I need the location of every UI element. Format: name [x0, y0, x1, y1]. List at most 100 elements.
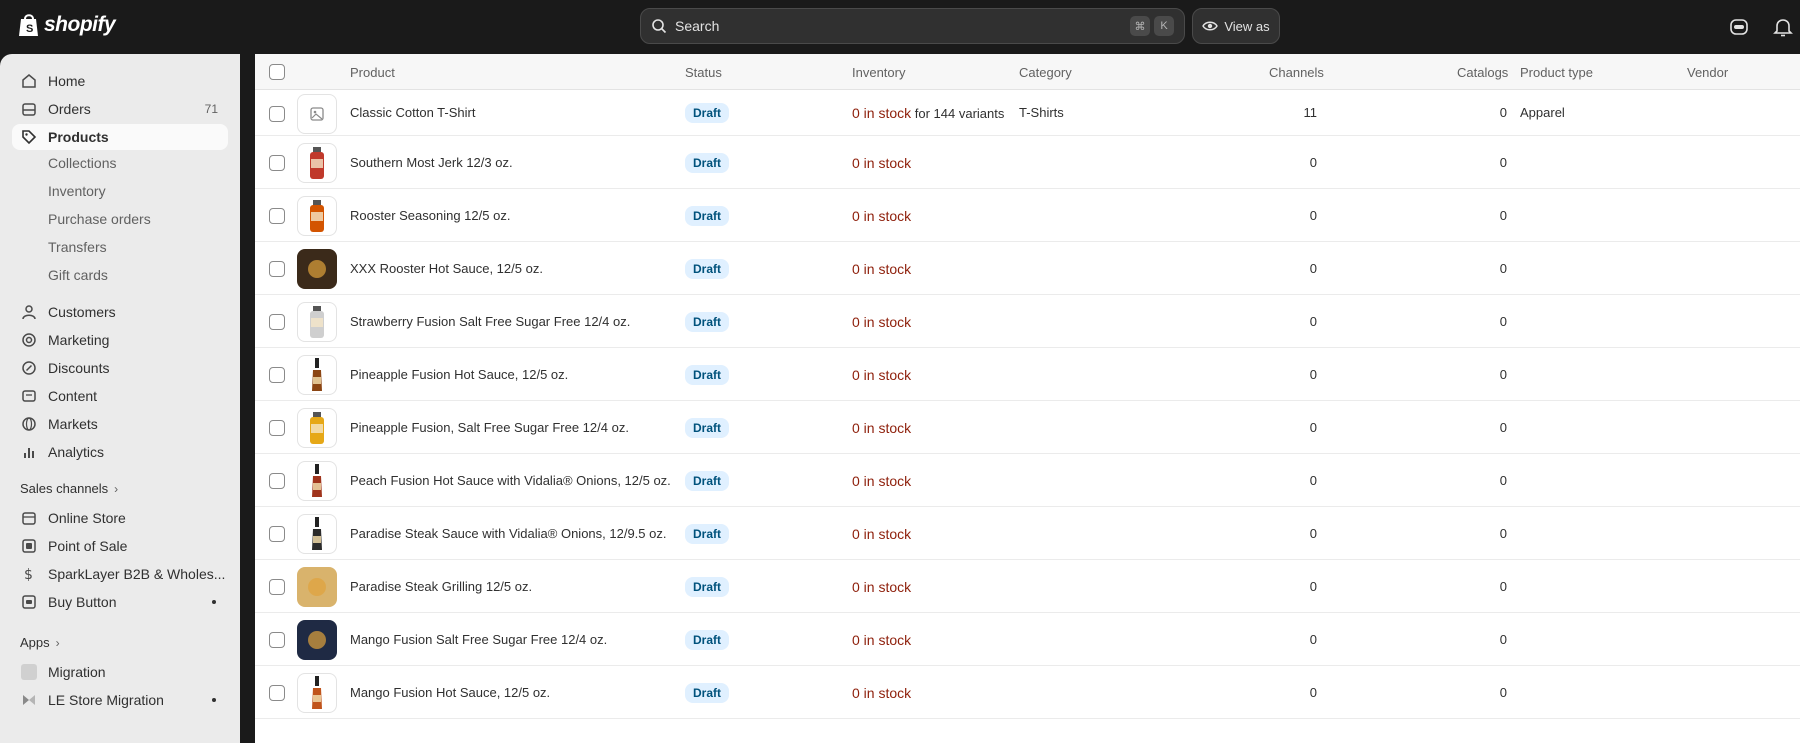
sidebar-item-orders[interactable]: Orders 71	[12, 96, 228, 122]
column-header-category[interactable]: Category	[1019, 65, 1072, 80]
stock-count: 0 in stock	[852, 685, 912, 701]
row-checkbox[interactable]	[269, 367, 285, 383]
product-name-link[interactable]: Strawberry Fusion Salt Free Sugar Free 1…	[350, 314, 630, 329]
column-header-product-type[interactable]: Product type	[1520, 65, 1593, 80]
row-checkbox[interactable]	[269, 526, 285, 542]
table-row[interactable]: Peach Fusion Hot Sauce with Vidalia® Oni…	[255, 454, 1800, 507]
product-thumbnail[interactable]	[297, 94, 337, 134]
status-badge: Draft	[685, 312, 730, 332]
product-thumbnail[interactable]	[297, 302, 337, 342]
row-checkbox[interactable]	[269, 106, 285, 122]
shopify-logo[interactable]: S shopify	[18, 12, 116, 38]
column-header-inventory[interactable]: Inventory	[852, 65, 905, 80]
product-thumbnail[interactable]	[297, 143, 337, 183]
table-header: Product Status Inventory Category Channe…	[255, 54, 1800, 90]
table-row[interactable]: Rooster Seasoning 12/5 oz. Draft 0 in stoc…	[255, 189, 1800, 242]
bell-icon[interactable]	[1772, 16, 1794, 38]
column-header-catalogs[interactable]: Catalogs	[1457, 65, 1508, 80]
product-thumbnail[interactable]	[297, 408, 337, 448]
stock-count: 0 in stock	[852, 473, 912, 489]
sidebar-item-marketing[interactable]: Marketing	[12, 327, 228, 353]
product-thumbnail[interactable]	[297, 673, 337, 713]
brand-name: shopify	[44, 13, 116, 36]
sidebar-item-sparklayer[interactable]: $ SparkLayer B2B & Wholes...	[12, 561, 228, 587]
row-checkbox[interactable]	[269, 420, 285, 436]
product-thumbnail[interactable]	[297, 514, 337, 554]
sidebar-item-le-store-migration[interactable]: LE Store Migration	[12, 687, 228, 713]
row-checkbox[interactable]	[269, 208, 285, 224]
sidebar-item-migration[interactable]: Migration	[12, 659, 228, 685]
product-thumbnail[interactable]	[297, 620, 337, 660]
product-name-link[interactable]: Peach Fusion Hot Sauce with Vidalia® Oni…	[350, 473, 671, 488]
select-all-checkbox[interactable]	[269, 64, 285, 80]
search-placeholder: Search	[675, 18, 720, 34]
product-thumbnail[interactable]	[297, 461, 337, 501]
row-checkbox[interactable]	[269, 579, 285, 595]
search-bar[interactable]: Search ⌘ K	[640, 8, 1185, 44]
table-row[interactable]: Paradise Steak Sauce with Vidalia® Onion…	[255, 507, 1800, 560]
sidebar-item-discounts[interactable]: Discounts	[12, 355, 228, 381]
table-row[interactable]: Paradise Steak Grilling 12/5 oz. Draft 0 i…	[255, 560, 1800, 613]
table-row[interactable]: Pineapple Fusion, Salt Free Sugar Free 1…	[255, 401, 1800, 454]
variants-count: for 144 variants	[911, 106, 1005, 121]
catalogs-count: 0	[1499, 367, 1507, 382]
sidebar-sub-item-purchase-orders[interactable]: Purchase orders	[48, 211, 151, 227]
product-thumbnail[interactable]	[297, 249, 337, 289]
column-header-product[interactable]: Product	[350, 65, 395, 80]
sidebar-sub-item-inventory[interactable]: Inventory	[48, 183, 106, 199]
product-name-link[interactable]: Mango Fusion Hot Sauce, 12/5 oz.	[350, 685, 550, 700]
status-badge: Draft	[685, 103, 730, 123]
column-header-channels[interactable]: Channels	[1269, 65, 1324, 80]
view-as-button[interactable]: View as	[1192, 8, 1280, 44]
table-row[interactable]: Mango Fusion Salt Free Sugar Free 12/4 o…	[255, 613, 1800, 666]
product-name-link[interactable]: Classic Cotton T-Shirt	[350, 105, 475, 120]
inventory-stock: 0 in stock	[852, 208, 911, 224]
sidebar-sub-item-gift-cards[interactable]: Gift cards	[48, 267, 108, 283]
sidebar-item-online-store[interactable]: Online Store	[12, 505, 228, 531]
row-checkbox[interactable]	[269, 632, 285, 648]
sidebar-sub-item-transfers[interactable]: Transfers	[48, 239, 107, 255]
product-name-link[interactable]: Paradise Steak Grilling 12/5 oz.	[350, 579, 532, 594]
table-row[interactable]: XXX Rooster Hot Sauce, 12/5 oz. Draft 0 in…	[255, 242, 1800, 295]
column-header-vendor[interactable]: Vendor	[1687, 65, 1728, 80]
sidebar-item-buy-button[interactable]: Buy Button	[12, 589, 228, 615]
row-checkbox[interactable]	[269, 685, 285, 701]
product-thumbnail[interactable]	[297, 196, 337, 236]
row-checkbox[interactable]	[269, 473, 285, 489]
table-row[interactable]: Mango Fusion Hot Sauce, 12/5 oz. Draft 0 i…	[255, 666, 1800, 719]
product-name-link[interactable]: Rooster Seasoning 12/5 oz.	[350, 208, 510, 223]
sidebar-item-products[interactable]: Products	[12, 124, 228, 150]
product-thumbnail[interactable]	[297, 567, 337, 607]
sidebar-item-home[interactable]: Home	[12, 68, 228, 94]
product-name-link[interactable]: Southern Most Jerk 12/3 oz.	[350, 155, 513, 170]
table-row[interactable]: Southern Most Jerk 12/3 oz. Draft 0 in sto…	[255, 136, 1800, 189]
column-header-status[interactable]: Status	[685, 65, 722, 80]
table-row[interactable]: Classic Cotton T-Shirt Draft 0 in stock fo…	[255, 91, 1800, 136]
table-row[interactable]: Pineapple Fusion Hot Sauce, 12/5 oz. Draf…	[255, 348, 1800, 401]
apps-header[interactable]: Apps ›	[20, 635, 60, 650]
sidebar-item-analytics[interactable]: Analytics	[12, 439, 228, 465]
product-name-link[interactable]: Mango Fusion Salt Free Sugar Free 12/4 o…	[350, 632, 607, 647]
status-badge: Draft	[685, 524, 730, 544]
row-checkbox[interactable]	[269, 314, 285, 330]
product-name-link[interactable]: Paradise Steak Sauce with Vidalia® Onion…	[350, 526, 666, 541]
product-image	[312, 676, 322, 709]
status-badge: Draft	[685, 418, 730, 438]
product-name-link[interactable]: Pineapple Fusion Hot Sauce, 12/5 oz.	[350, 367, 568, 382]
sidebar-item-customers[interactable]: Customers	[12, 299, 228, 325]
row-checkbox[interactable]	[269, 155, 285, 171]
catalogs-count: 0	[1499, 473, 1507, 488]
product-image	[297, 249, 337, 289]
table-row[interactable]: Strawberry Fusion Salt Free Sugar Free 1…	[255, 295, 1800, 348]
sidebar-item-markets[interactable]: Markets	[12, 411, 228, 437]
product-thumbnail[interactable]	[297, 355, 337, 395]
sidebar-item-content[interactable]: Content	[12, 383, 228, 409]
product-name-link[interactable]: Pineapple Fusion, Salt Free Sugar Free 1…	[350, 420, 629, 435]
sidebar-item-point-of-sale[interactable]: Point of Sale	[12, 533, 228, 559]
product-name-link[interactable]: XXX Rooster Hot Sauce, 12/5 oz.	[350, 261, 543, 276]
sidebar-sub-item-collections[interactable]: Collections	[48, 155, 116, 171]
sidekick-icon[interactable]	[1728, 16, 1750, 38]
status-badge: Draft	[685, 630, 730, 650]
sales-channels-header[interactable]: Sales channels ›	[20, 481, 118, 496]
row-checkbox[interactable]	[269, 261, 285, 277]
